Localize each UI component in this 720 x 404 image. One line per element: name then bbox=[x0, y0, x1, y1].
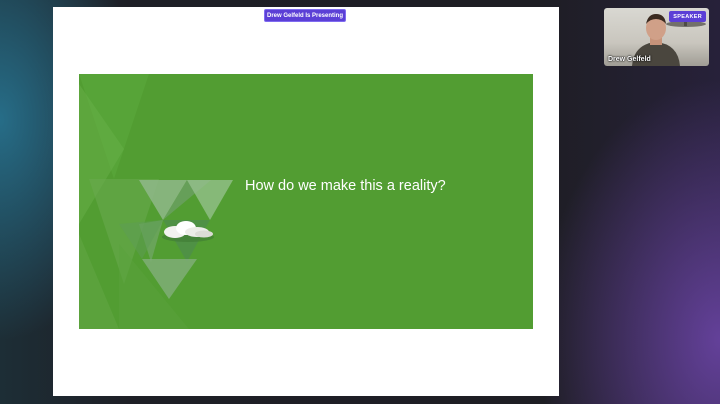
cloud-icon bbox=[162, 221, 214, 242]
slide-title: How do we make this a reality? bbox=[245, 178, 446, 194]
speaker-badge: SPEAKER bbox=[669, 11, 706, 22]
speaker-video-tile[interactable]: SPEAKER Drew Gelfeld bbox=[604, 8, 709, 66]
speaker-name: Drew Gelfeld bbox=[608, 56, 651, 63]
presentation-slide: How do we make this a reality? bbox=[79, 74, 533, 329]
presenter-badge: Drew Gelfeld Is Presenting bbox=[264, 9, 346, 22]
